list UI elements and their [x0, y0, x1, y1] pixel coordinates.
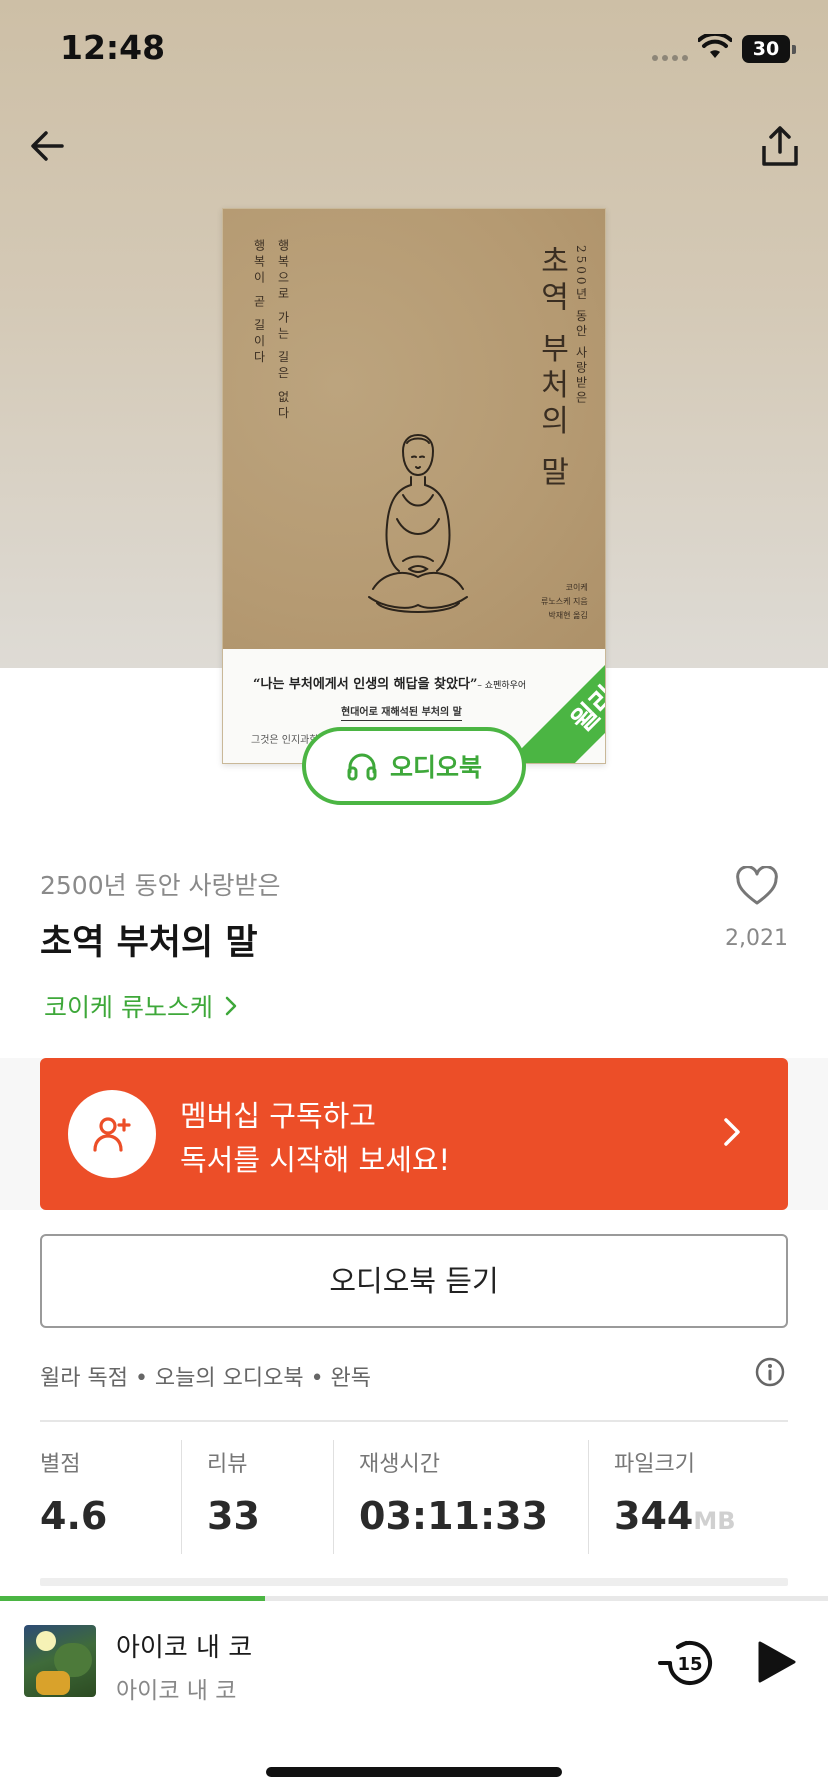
cover-phrase-2: 행복이 곧 길이다: [252, 239, 266, 367]
stat-duration-value: 03:11:33: [359, 1494, 549, 1538]
membership-line-1: 멤버십 구독하고: [180, 1099, 376, 1133]
cover-title: 초역 부처의 말: [534, 245, 569, 493]
chevron-right-icon: [225, 996, 237, 1016]
now-playing-thumbnail: [24, 1625, 96, 1697]
cover-credits: 코이케 류노스케 지음 박재현 옮김: [541, 581, 588, 623]
book-subtitle: 2500년 동안 사랑받은: [40, 871, 281, 900]
cover-quote-attribution: – 쇼펜하우어: [477, 681, 527, 691]
cover-quote: “나는 부처에게서 인생의 해답을 찾았다”– 쇼펜하우어: [253, 673, 526, 692]
cover-tagline: 현대어로 재해석된 부처의 말: [341, 703, 462, 721]
membership-text: 멤버십 구독하고 독서를 시작해 보세요!: [180, 1094, 450, 1182]
audiobook-badge-label: 오디오북: [389, 753, 482, 782]
info-icon[interactable]: [754, 1356, 786, 1388]
stat-size-value: 344MB: [614, 1494, 736, 1538]
buddha-illustration: [368, 433, 468, 613]
divider: [40, 1420, 788, 1422]
arrow-left-icon[interactable]: [26, 124, 70, 168]
battery-level: 30: [752, 38, 780, 60]
author-name: 코이케 류노스케: [44, 993, 213, 1022]
stat-size-unit: MB: [693, 1507, 736, 1535]
book-tags: 윌라 독점 • 오늘의 오디오북 • 완독: [40, 1366, 372, 1391]
cover-subtitle: 2500년 동안 사랑받은: [574, 245, 588, 407]
book-stats: 별점 4.6 리뷰 33 재생시간 03:11:33 파일크기 344MB: [40, 1440, 788, 1556]
cover-credit-author-full: 류노스케 지음: [541, 597, 588, 606]
author-link[interactable]: 코이케 류노스케: [44, 988, 237, 1024]
like-count: 2,021: [725, 926, 788, 951]
stat-reviews-value: 33: [207, 1494, 260, 1538]
cover-credit-author: 코이케: [565, 583, 588, 592]
status-time: 12:48: [60, 28, 166, 67]
play-icon[interactable]: [750, 1637, 800, 1687]
section-divider: [40, 1578, 788, 1586]
cover-quote-text: “나는 부처에게서 인생의 해답을 찾았다”: [253, 677, 478, 692]
chevron-right-icon: [724, 1118, 740, 1146]
stat-rating-label: 별점: [40, 1452, 81, 1477]
stat-duration-label: 재생시간: [359, 1452, 440, 1477]
cover-credit-translator: 박재현 옮김: [548, 611, 588, 620]
stat-size-label: 파일크기: [614, 1452, 695, 1477]
membership-line-2: 독서를 시작해 보세요!: [180, 1143, 451, 1177]
cellular-signal-icon: [652, 55, 692, 61]
stat-rating-value: 4.6: [40, 1494, 108, 1538]
stat-separator: [333, 1440, 334, 1554]
wifi-icon: [698, 34, 732, 58]
add-user-icon: [68, 1090, 156, 1178]
now-playing-subtitle: 아이코 내 코: [116, 1678, 237, 1704]
cover-phrase-1: 행복으로 가는 길은 없다: [276, 239, 290, 423]
battery-icon: 30: [742, 35, 796, 63]
membership-banner[interactable]: 멤버십 구독하고 독서를 시작해 보세요!: [40, 1058, 788, 1210]
listen-audiobook-button[interactable]: 오디오북 듣기: [40, 1234, 788, 1328]
share-icon[interactable]: [758, 124, 802, 168]
rewind-15-icon[interactable]: 15: [656, 1631, 720, 1695]
audiobook-badge: 오디오북: [302, 727, 526, 805]
stat-separator: [588, 1440, 589, 1554]
mini-player[interactable]: 아이코 내 코 아이코 내 코 15: [0, 1601, 828, 1792]
stat-separator: [181, 1440, 182, 1554]
heart-icon[interactable]: [735, 866, 779, 906]
stat-size-number: 344: [614, 1494, 694, 1538]
book-title: 초역 부처의 말: [40, 923, 258, 963]
home-indicator[interactable]: [266, 1767, 562, 1777]
now-playing-title: 아이코 내 코: [116, 1633, 253, 1663]
book-cover[interactable]: 초역 부처의 말 2500년 동안 사랑받은 행복으로 가는 길은 없다 행복이…: [222, 208, 606, 764]
stat-reviews-label: 리뷰: [207, 1452, 248, 1477]
status-bar: 12:48 30: [0, 0, 828, 100]
headphones-icon: [347, 753, 377, 781]
rewind-seconds: 15: [677, 1654, 702, 1675]
